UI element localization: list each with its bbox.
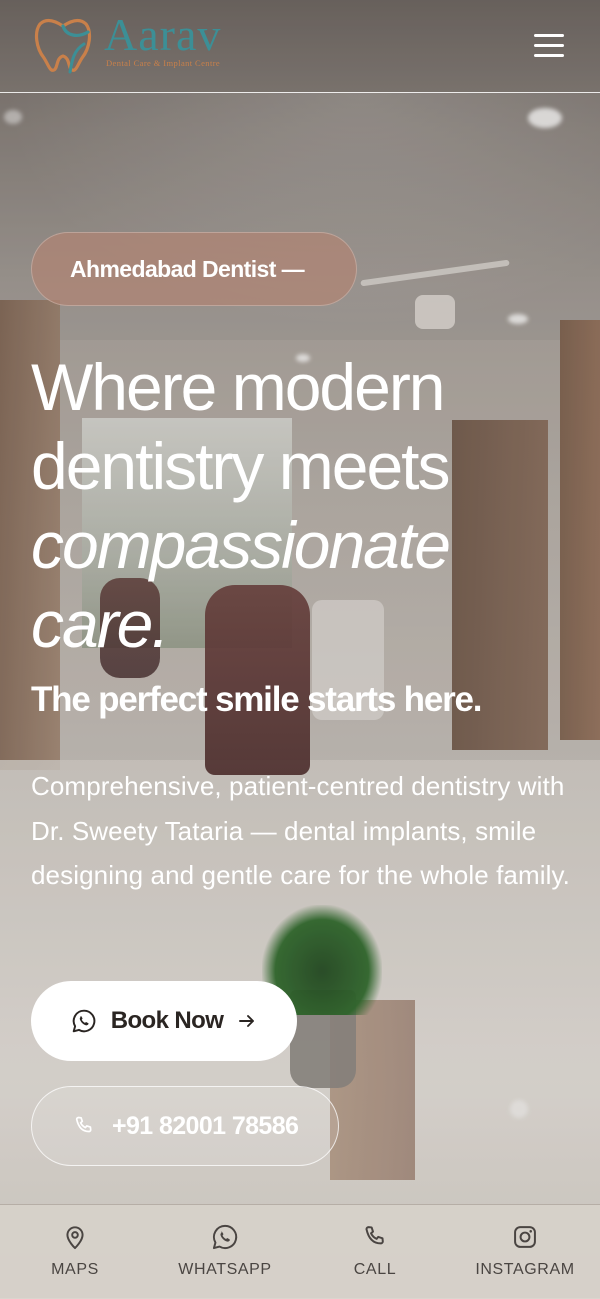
arrow-right-icon <box>239 1015 255 1027</box>
brand-tagline: Dental Care & Implant Centre <box>106 58 221 68</box>
book-now-button[interactable]: Book Now <box>31 981 297 1061</box>
site-header: Aarav Dental Care & Implant Centre <box>0 0 600 93</box>
nav-maps[interactable]: MAPS <box>0 1205 150 1299</box>
nav-label-maps: MAPS <box>51 1261 99 1278</box>
call-phone-button[interactable]: +91 82001 78586 <box>31 1086 339 1166</box>
map-pin-icon <box>66 1226 84 1250</box>
phone-icon <box>75 1116 92 1133</box>
nav-label-instagram: INSTAGRAM <box>475 1261 575 1278</box>
whatsapp-icon <box>212 1224 238 1250</box>
nav-call[interactable]: CALL <box>300 1205 450 1299</box>
brand-name: Aarav <box>104 9 222 60</box>
hamburger-menu-icon <box>534 34 564 37</box>
book-now-label: Book Now <box>110 1007 224 1034</box>
menu-button[interactable] <box>534 34 566 58</box>
location-badge: Ahmedabad Dentist — <box>31 232 357 306</box>
hero-subheading: The perfect smile starts here. <box>31 680 483 719</box>
nav-label-call: CALL <box>353 1261 397 1278</box>
headline-line-2: dentistry meets <box>31 429 450 503</box>
nav-whatsapp[interactable]: WHATSAPP <box>150 1205 300 1299</box>
nav-instagram[interactable]: INSTAGRAM <box>450 1205 600 1299</box>
nav-label-whatsapp: WHATSAPP <box>178 1261 272 1278</box>
bottom-navigation: MAPS WHATSAPP CALL INSTAGRAM <box>0 1204 600 1299</box>
tooth-logo-icon <box>34 18 92 74</box>
headline-line-1: Where modern <box>31 350 446 424</box>
hamburger-menu-icon <box>534 44 564 47</box>
phone-number: +91 82001 78586 <box>112 1111 299 1140</box>
hero-headline: Where modern dentistry meets compassiona… <box>31 348 591 664</box>
headline-emphasis-1: compassionate <box>31 508 451 582</box>
brand-logo[interactable]: Aarav Dental Care & Implant Centre <box>30 10 221 76</box>
hamburger-menu-icon <box>534 54 564 57</box>
hero-description: Comprehensive, patient-centred dentistry… <box>31 771 570 890</box>
whatsapp-icon <box>72 1009 96 1033</box>
headline-emphasis-2: care. <box>31 587 170 661</box>
instagram-icon <box>514 1226 536 1248</box>
phone-icon <box>365 1226 384 1245</box>
